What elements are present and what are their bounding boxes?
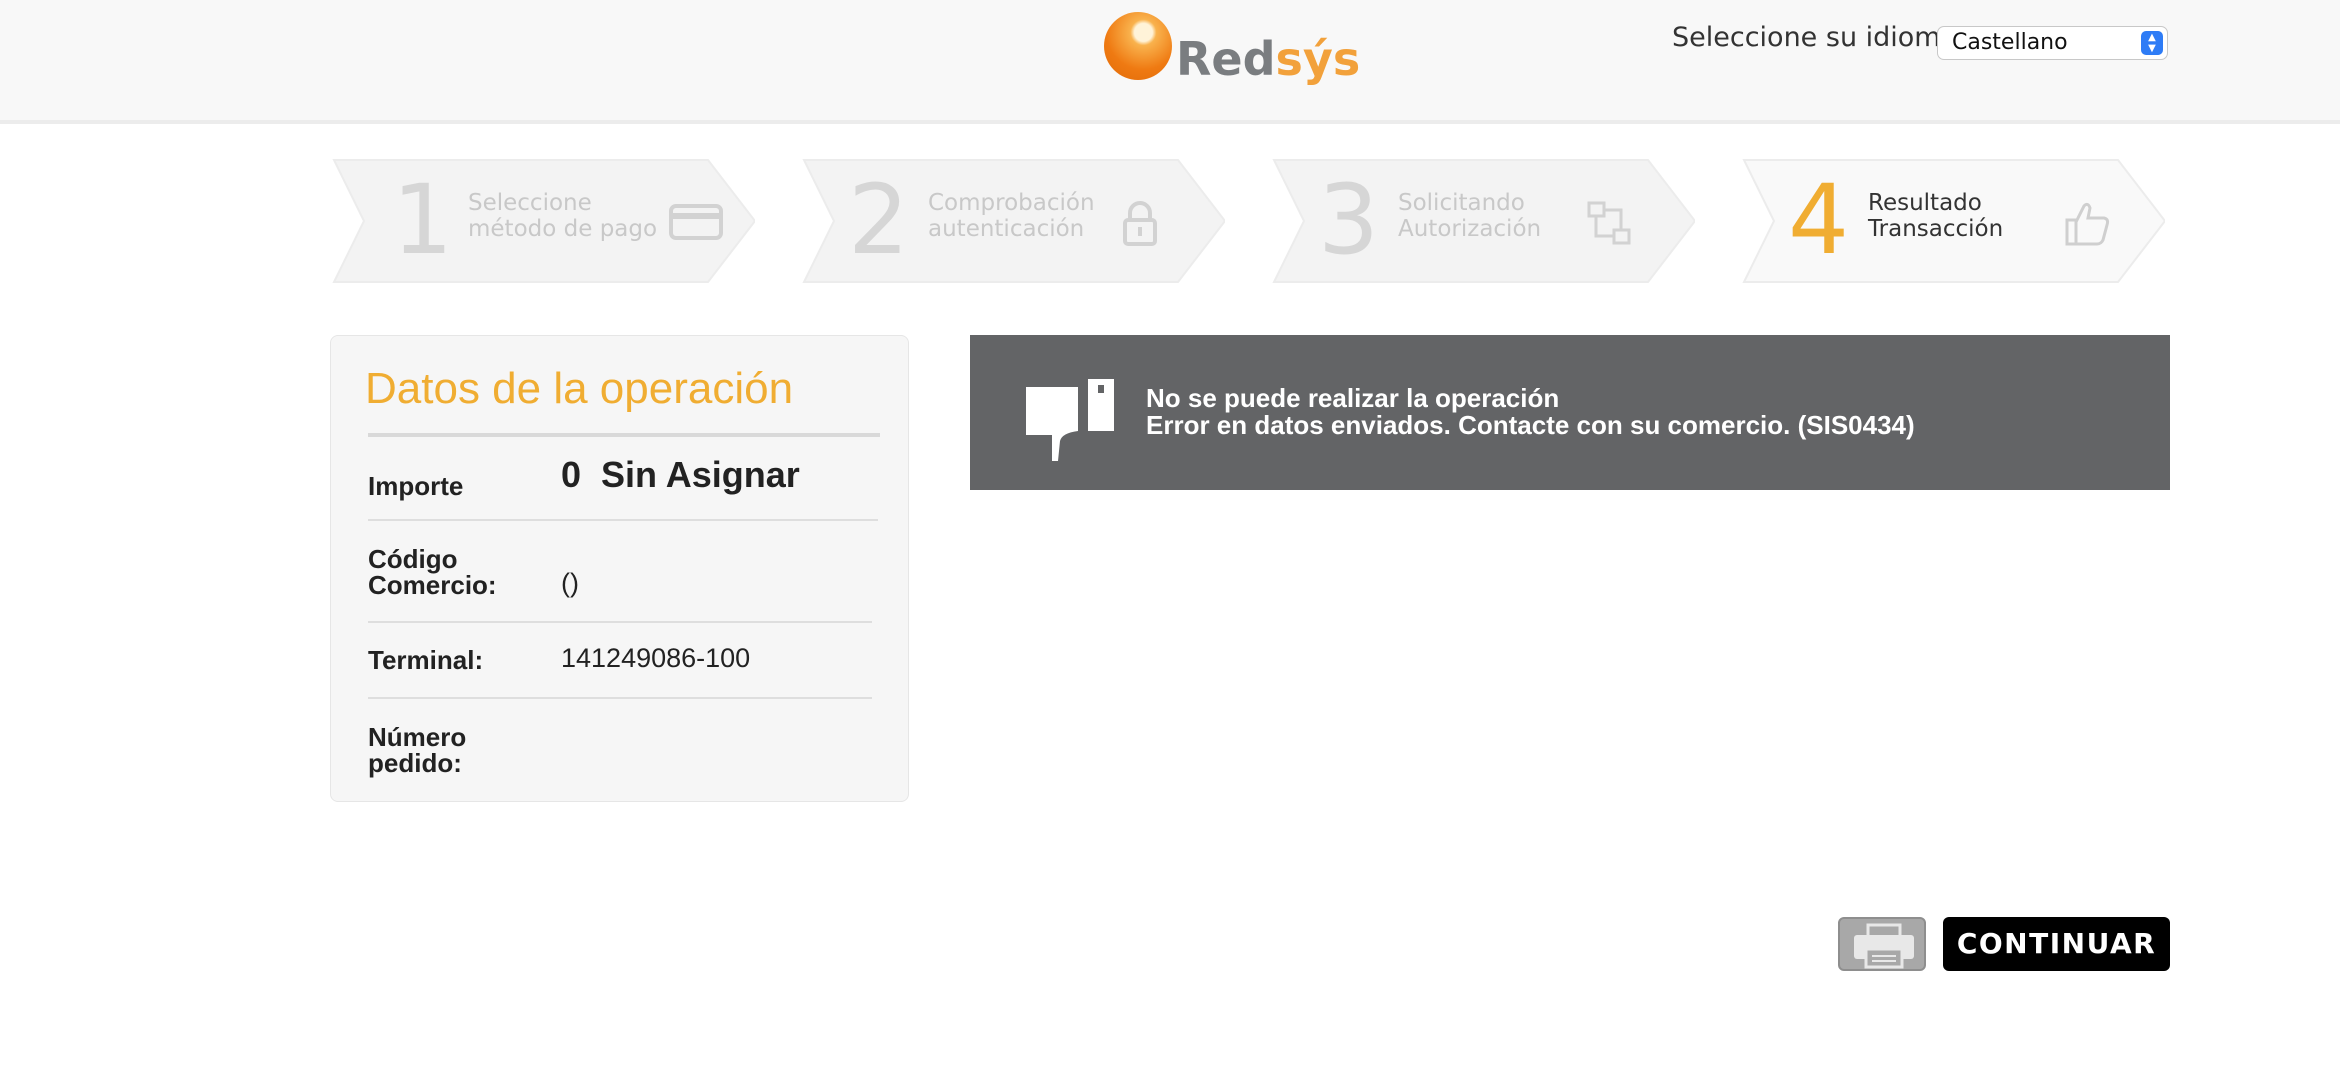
- logo-text-red: Red: [1176, 32, 1276, 86]
- step-label-line2: método de pago: [468, 216, 658, 242]
- step-number: 3: [1318, 164, 1380, 276]
- step-4: 4 Resultado Transacción: [1740, 158, 2165, 284]
- lock-icon: [1123, 201, 1157, 246]
- error-panel: No se puede realizar la operación Error …: [970, 335, 2170, 490]
- step-3: 3 Solicitando Autorización: [1270, 158, 1695, 284]
- step-number: 4: [1788, 164, 1850, 276]
- step-label-line1: Resultado: [1868, 190, 1982, 216]
- terminal-value: 141249086-100: [561, 643, 751, 673]
- thumbs-down-icon: [1026, 379, 1114, 461]
- step-label-line1: Solicitando: [1398, 190, 1525, 216]
- row-divider: [368, 621, 872, 623]
- logo-text-sys: sýs: [1275, 32, 1361, 86]
- credit-card-icon: [669, 204, 723, 240]
- printer-icon: [1854, 923, 1914, 969]
- step-label-line1: Comprobación: [928, 190, 1095, 216]
- row-divider: [368, 697, 872, 699]
- thumbs-up-icon: [2065, 202, 2110, 246]
- progress-steps: 1 Seleccione método de pago 2 Comprobaci…: [330, 158, 2170, 284]
- title-divider: [368, 433, 880, 437]
- step-label-line2: autenticación: [928, 216, 1085, 242]
- header: Redsýs Seleccione su idioma Castellano ▲…: [0, 0, 2340, 124]
- network-icon: [1587, 201, 1631, 245]
- language-label: Seleccione su idioma: [1672, 22, 1958, 53]
- print-button[interactable]: [1838, 917, 1926, 971]
- language-selected-value: Castellano: [1952, 30, 2068, 55]
- importe-value: 0 Sin Asignar: [561, 454, 800, 495]
- step-label-line1: Seleccione: [468, 190, 592, 216]
- numero-pedido-label: Número pedido:: [368, 722, 467, 778]
- logo-sphere-icon: [1104, 12, 1172, 80]
- continue-button[interactable]: CONTINUAR: [1943, 917, 2170, 971]
- step-label-line2: Autorización: [1398, 216, 1542, 242]
- step-number: 1: [392, 164, 454, 276]
- terminal-label: Terminal:: [368, 645, 484, 675]
- operation-data-card: Datos de la operación Importe 0 Sin Asig…: [330, 335, 909, 802]
- step-2: 2 Comprobación autenticación: [800, 158, 1225, 284]
- error-detail: Error en datos enviados. Contacte con su…: [1146, 410, 1915, 440]
- language-select[interactable]: Castellano ▲ ▼: [1937, 26, 2168, 60]
- row-divider: [368, 519, 878, 521]
- importe-label: Importe: [368, 471, 464, 501]
- codigo-comercio-value: (): [561, 568, 579, 598]
- step-label-line2: Transacción: [1868, 216, 2004, 242]
- select-arrows-icon: ▲ ▼: [2141, 31, 2163, 55]
- step-1: 1 Seleccione método de pago: [330, 158, 755, 284]
- step-number: 2: [848, 164, 910, 276]
- codigo-comercio-label: Código Comercio:: [368, 544, 497, 600]
- error-title: No se puede realizar la operación: [1146, 383, 1560, 413]
- operation-title: Datos de la operación: [365, 364, 794, 413]
